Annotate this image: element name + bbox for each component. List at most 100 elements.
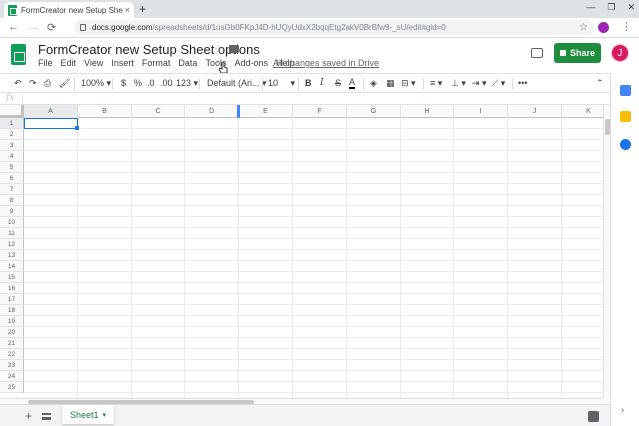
fill-handle[interactable]: [75, 126, 79, 130]
column-header[interactable]: B: [78, 105, 132, 118]
paint-format-icon[interactable]: 🖌: [59, 78, 70, 89]
text-color-button[interactable]: A: [349, 78, 356, 89]
comments-icon[interactable]: [531, 48, 543, 58]
row-header[interactable]: 10: [0, 217, 24, 228]
percent-format-button[interactable]: %: [134, 78, 142, 88]
zoom-select[interactable]: 100% ▾: [81, 78, 111, 89]
fill-color-icon[interactable]: ◈: [370, 78, 377, 89]
keep-icon[interactable]: [620, 111, 631, 122]
menu-edit[interactable]: Edit: [61, 58, 77, 68]
column-header[interactable]: G: [347, 105, 401, 118]
minimize-button[interactable]: —: [586, 2, 595, 13]
move-to-folder-icon[interactable]: [229, 45, 239, 53]
row-header[interactable]: 7: [0, 184, 24, 195]
row-header[interactable]: 21: [0, 338, 24, 349]
selected-cell[interactable]: [24, 118, 78, 129]
tab-close-icon[interactable]: ×: [125, 5, 130, 15]
expand-side-panel-icon[interactable]: ›: [621, 405, 624, 416]
save-status-link[interactable]: All changes saved in Drive: [273, 58, 379, 68]
tasks-icon[interactable]: [620, 139, 631, 150]
menu-file[interactable]: File: [38, 58, 53, 68]
row-header[interactable]: 8: [0, 195, 24, 206]
text-wrapping-icon[interactable]: ⇥ ▾: [472, 78, 487, 89]
row-header[interactable]: 13: [0, 250, 24, 261]
row-header[interactable]: 12: [0, 239, 24, 250]
redo-icon[interactable]: ↷: [29, 78, 37, 89]
star-document-icon[interactable]: ☆: [213, 43, 223, 56]
strikethrough-button[interactable]: S: [335, 78, 341, 88]
row-header[interactable]: 18: [0, 305, 24, 316]
row-header[interactable]: 4: [0, 151, 24, 162]
undo-icon[interactable]: ↶: [14, 78, 22, 89]
add-sheet-button[interactable]: +: [25, 409, 32, 423]
row-header[interactable]: 9: [0, 206, 24, 217]
column-header[interactable]: A: [24, 105, 78, 118]
new-tab-button[interactable]: +: [139, 2, 146, 16]
row-header[interactable]: 17: [0, 294, 24, 305]
column-header[interactable]: H: [401, 105, 454, 118]
row-header[interactable]: 6: [0, 173, 24, 184]
font-select[interactable]: Default (Ari... ▾: [207, 78, 267, 89]
select-all-corner[interactable]: [0, 105, 24, 118]
decrease-decimal-button[interactable]: .0: [147, 78, 155, 88]
row-header[interactable]: 3: [0, 140, 24, 151]
font-size-select[interactable]: 10 ▾: [268, 78, 295, 89]
row-header[interactable]: 22: [0, 349, 24, 360]
row-header[interactable]: 24: [0, 371, 24, 382]
vertical-scrollbar[interactable]: [603, 105, 610, 398]
text-rotation-icon[interactable]: ⟋ ▾: [492, 78, 505, 89]
row-header[interactable]: 5: [0, 162, 24, 173]
menu-format[interactable]: Format: [142, 58, 171, 68]
more-toolbar-button[interactable]: •••: [518, 78, 527, 88]
row-header[interactable]: 25: [0, 382, 24, 393]
vertical-align-icon[interactable]: ⊥ ▾: [451, 78, 466, 89]
url-input[interactable]: docs.google.com/spreadsheets/d/1usGb0FKp…: [74, 20, 594, 35]
borders-icon[interactable]: ▦: [386, 78, 395, 89]
browser-tab[interactable]: FormCreator new Setup Sheet o ×: [4, 2, 134, 18]
column-header[interactable]: C: [132, 105, 185, 118]
more-formats-select[interactable]: 123 ▾: [176, 78, 198, 89]
extension-icon[interactable]: [598, 22, 609, 33]
sheets-logo-icon[interactable]: [11, 44, 26, 65]
calendar-icon[interactable]: [620, 85, 631, 96]
share-button[interactable]: Share: [554, 43, 601, 63]
spreadsheet-grid[interactable]: ABCDEFGHIJK 1 2 3 4 5 6 7 8 9 10 11 12 13 14 15 16 17 18 1…: [0, 105, 603, 398]
column-header[interactable]: D: [185, 105, 239, 118]
explore-icon[interactable]: [588, 411, 599, 422]
column-header[interactable]: F: [293, 105, 347, 118]
column-header[interactable]: E: [239, 105, 293, 118]
bold-button[interactable]: B: [305, 78, 312, 88]
forward-button[interactable]: →: [28, 21, 39, 33]
menu-add-ons[interactable]: Add-ons: [234, 58, 268, 68]
browser-menu-icon[interactable]: ⋮: [621, 20, 632, 33]
freeze-column-handle[interactable]: [237, 105, 240, 118]
row-header[interactable]: 16: [0, 283, 24, 294]
row-header[interactable]: 20: [0, 327, 24, 338]
row-header[interactable]: 23: [0, 360, 24, 371]
document-title[interactable]: FormCreator new Setup Sheet options: [38, 42, 260, 57]
menu-data[interactable]: Data: [178, 58, 197, 68]
all-sheets-icon[interactable]: [42, 413, 51, 420]
reload-button[interactable]: ⟳: [47, 21, 56, 34]
column-header[interactable]: J: [508, 105, 562, 118]
row-header[interactable]: 19: [0, 316, 24, 327]
row-header[interactable]: 15: [0, 272, 24, 283]
account-avatar[interactable]: J: [611, 44, 629, 62]
row-header[interactable]: 11: [0, 228, 24, 239]
print-icon[interactable]: ⎙: [44, 78, 51, 89]
merge-cells-icon[interactable]: ⊟ ▾: [401, 78, 416, 89]
back-button[interactable]: ←: [8, 21, 19, 33]
increase-decimal-button[interactable]: .00: [160, 78, 173, 88]
bookmark-star-icon[interactable]: ☆: [579, 22, 588, 33]
menu-insert[interactable]: Insert: [111, 58, 134, 68]
maximize-button[interactable]: ❐: [607, 2, 615, 13]
currency-format-button[interactable]: $: [121, 78, 126, 88]
row-header[interactable]: 1: [0, 118, 24, 129]
collapse-menus-icon[interactable]: ⌃: [596, 78, 604, 89]
sheet-tab[interactable]: Sheet1 ▾: [62, 405, 114, 424]
formula-input[interactable]: [26, 93, 606, 104]
row-header[interactable]: 2: [0, 129, 24, 140]
close-window-button[interactable]: ✕: [627, 2, 635, 13]
italic-button[interactable]: I: [320, 78, 324, 88]
column-header[interactable]: K: [562, 105, 603, 118]
